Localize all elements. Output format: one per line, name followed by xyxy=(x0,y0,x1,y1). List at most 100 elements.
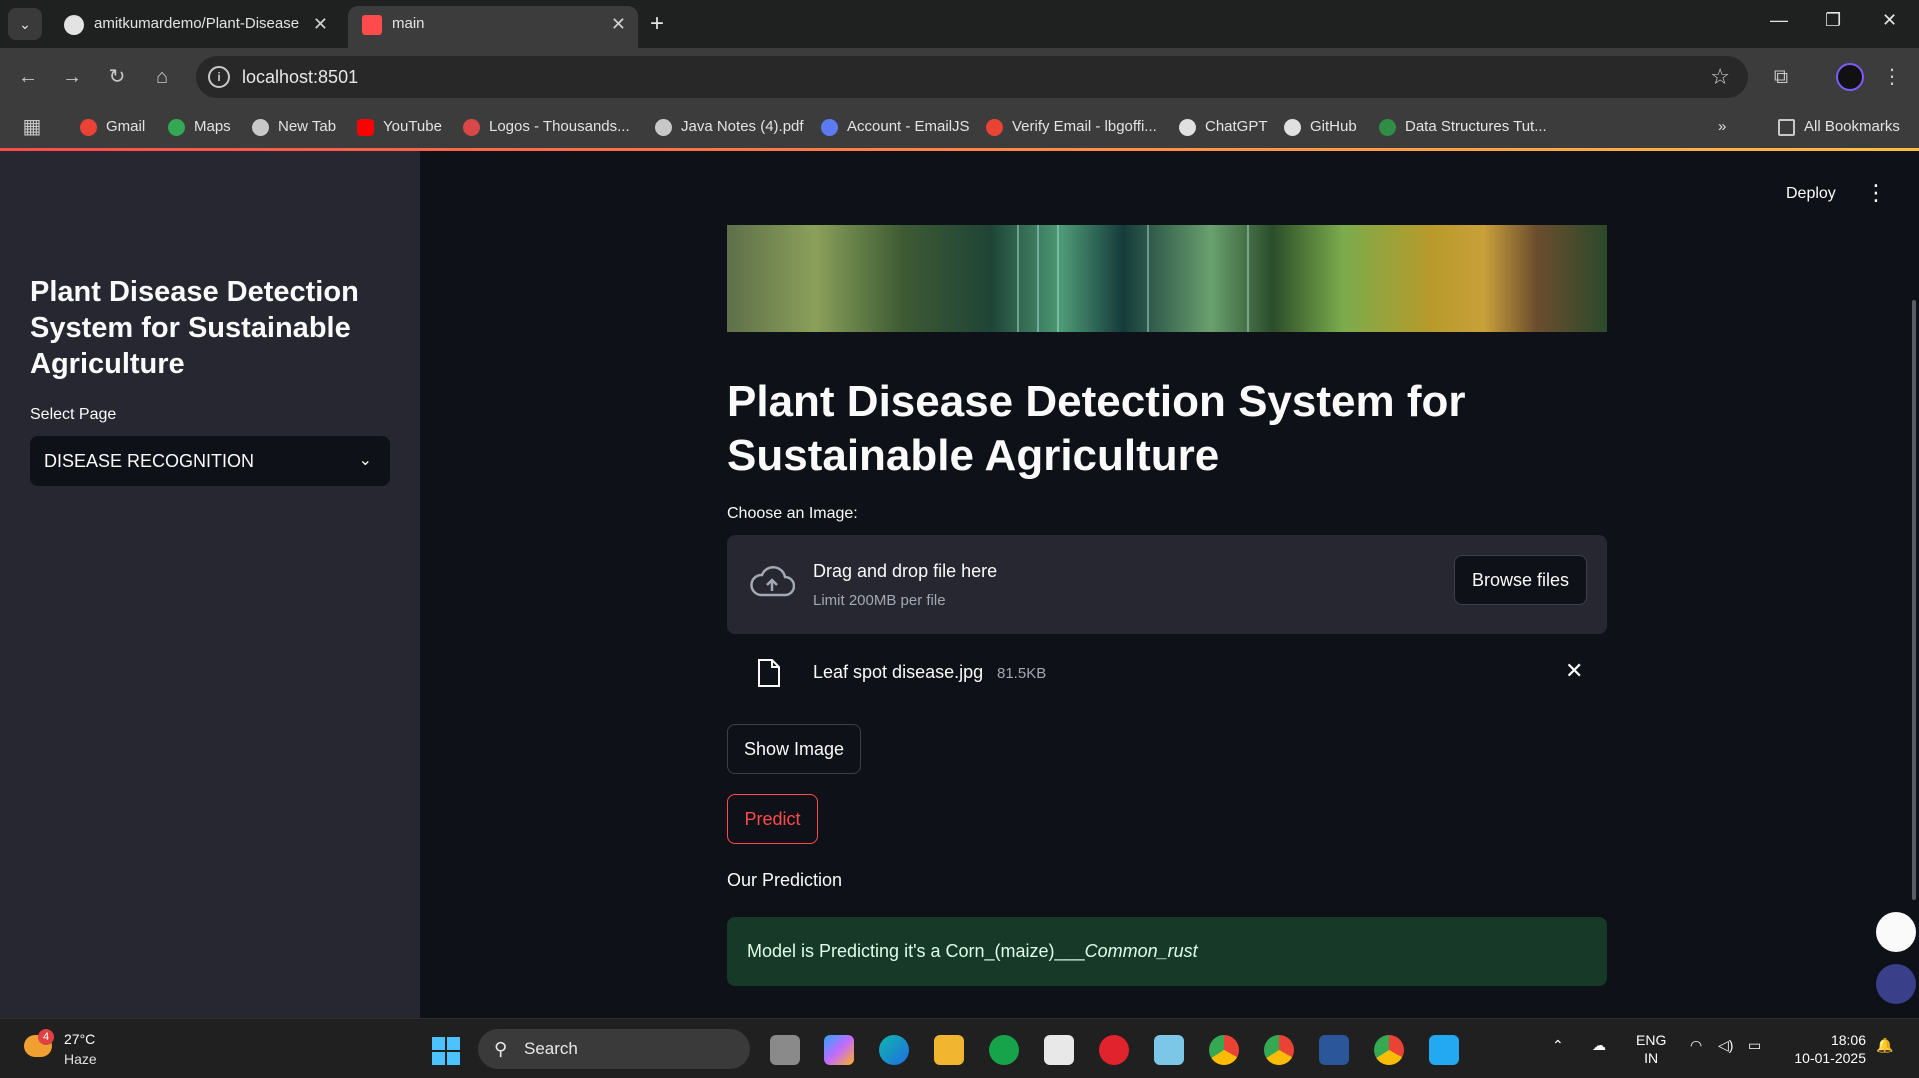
file-dropzone[interactable]: Drag and drop file here Limit 200MB per … xyxy=(727,535,1607,634)
bookmark-maps[interactable]: Maps xyxy=(168,114,231,140)
github-icon xyxy=(1284,119,1301,136)
extensions-icon[interactable]: ⧉ xyxy=(1765,61,1797,93)
profile-avatar[interactable] xyxy=(1836,63,1864,91)
more-bookmarks-icon[interactable]: » xyxy=(1718,114,1726,140)
globe-icon xyxy=(655,119,672,136)
browser-menu-icon[interactable]: ⋮ xyxy=(1876,61,1908,93)
xbox-icon[interactable] xyxy=(989,1035,1019,1065)
bookmark-java-notes[interactable]: Java Notes (4).pdf xyxy=(655,114,804,140)
bookmark-star-icon[interactable]: ☆ xyxy=(1710,56,1730,98)
bookmark-gmail[interactable]: Gmail xyxy=(80,114,145,140)
select-page-label: Select Page xyxy=(30,406,117,423)
restore-icon[interactable]: ❐ xyxy=(1825,10,1841,31)
uploaded-file: Leaf spot disease.jpg 81.5KB ✕ xyxy=(727,650,1607,700)
app-menu-icon[interactable]: ⋮ xyxy=(1865,180,1887,206)
battery-icon[interactable]: ▭ xyxy=(1748,1037,1761,1054)
browse-files-button[interactable]: Browse files xyxy=(1454,555,1587,605)
chrome-icon[interactable] xyxy=(1209,1035,1239,1065)
notification-icon[interactable]: 🔔 xyxy=(1876,1037,1893,1054)
sidebar: Plant Disease Detection System for Susta… xyxy=(0,151,420,1018)
bookmark-chatgpt[interactable]: ChatGPT xyxy=(1179,114,1268,140)
bookmark-verify-email[interactable]: Verify Email - lbgoffi... xyxy=(986,114,1157,140)
assistant-icon[interactable] xyxy=(1876,964,1916,1004)
app-icon[interactable] xyxy=(1154,1035,1184,1065)
cloud-upload-icon xyxy=(750,566,795,597)
windows-start-icon[interactable] xyxy=(432,1037,460,1065)
browser-tab-github[interactable]: amitkumardemo/Plant-Disease ✕ xyxy=(50,6,340,48)
streamlit-icon xyxy=(362,15,382,35)
page-title: Plant Disease Detection System for Susta… xyxy=(727,377,1466,480)
bookmark-new-tab[interactable]: New Tab xyxy=(252,114,336,140)
taskbar-search[interactable]: ⚲ Search xyxy=(478,1029,750,1069)
minimize-icon[interactable]: — xyxy=(1770,10,1788,31)
dropzone-instructions: Drag and drop file here xyxy=(813,561,998,581)
tab-search-button[interactable]: ⌄ xyxy=(8,8,42,40)
wifi-icon[interactable]: ◠ xyxy=(1690,1037,1702,1054)
bookmark-github[interactable]: GitHub xyxy=(1284,114,1357,140)
task-view-icon[interactable] xyxy=(770,1035,800,1065)
windows-taskbar: 4 27°C Haze ⚲ Search ⌃ ☁ ENG IN ◠ ◁) ▭ 1… xyxy=(0,1018,1919,1078)
bookmark-logos[interactable]: Logos - Thousands... xyxy=(463,114,630,140)
close-tab-icon[interactable]: ✕ xyxy=(611,6,626,42)
file-explorer-icon[interactable] xyxy=(934,1035,964,1065)
bookmarks-bar: ▦ Gmail Maps New Tab YouTube Logos - Tho… xyxy=(0,106,1919,148)
language-indicator[interactable]: ENG IN xyxy=(1636,1031,1666,1067)
close-window-icon[interactable]: ✕ xyxy=(1882,10,1897,31)
new-tab-button[interactable]: + xyxy=(650,10,664,38)
apps-grid-icon[interactable]: ▦ xyxy=(16,111,48,143)
vscode-icon[interactable] xyxy=(1429,1035,1459,1065)
chatgpt-icon xyxy=(1179,119,1196,136)
gfg-icon xyxy=(1379,119,1396,136)
forward-icon[interactable]: → xyxy=(56,61,88,93)
word-icon[interactable] xyxy=(1319,1035,1349,1065)
opera-icon[interactable] xyxy=(1099,1035,1129,1065)
deploy-button[interactable]: Deploy xyxy=(1786,185,1836,203)
copilot-icon[interactable] xyxy=(824,1035,854,1065)
address-bar[interactable]: i localhost:8501 ☆ xyxy=(196,56,1748,98)
bookmark-data-structures[interactable]: Data Structures Tut... xyxy=(1379,114,1547,140)
globe-icon xyxy=(252,119,269,136)
predict-button[interactable]: Predict xyxy=(727,794,818,844)
show-image-button[interactable]: Show Image xyxy=(727,724,861,774)
close-tab-icon[interactable]: ✕ xyxy=(313,6,328,42)
bookmark-youtube[interactable]: YouTube xyxy=(357,114,442,140)
youtube-icon xyxy=(357,119,374,136)
tray-chevron-icon[interactable]: ⌃ xyxy=(1552,1037,1564,1054)
weather-temp: 27°C xyxy=(64,1031,96,1047)
browser-tab-main[interactable]: main ✕ xyxy=(348,6,638,48)
remove-file-icon[interactable]: ✕ xyxy=(1565,658,1583,684)
bookmark-emailjs[interactable]: Account - EmailJS xyxy=(821,114,970,140)
prediction-result: Model is Predicting it's a Corn_(maize)_… xyxy=(727,917,1607,986)
page-select-value: DISEASE RECOGNITION xyxy=(44,451,255,471)
clock-date: 10-01-2025 xyxy=(1794,1050,1866,1066)
edge-icon[interactable] xyxy=(879,1035,909,1065)
back-icon[interactable]: ← xyxy=(12,61,44,93)
folder-icon xyxy=(1778,119,1795,136)
all-bookmarks[interactable]: All Bookmarks xyxy=(1778,114,1900,140)
weather-badge: 4 xyxy=(38,1029,54,1045)
tab-title: main xyxy=(392,15,425,32)
volume-icon[interactable]: ◁) xyxy=(1718,1037,1733,1054)
clock[interactable]: 18:06 10-01-2025 xyxy=(1786,1031,1866,1067)
file-name: Leaf spot disease.jpg xyxy=(813,662,984,682)
clock-time: 18:06 xyxy=(1830,1032,1866,1048)
page-select[interactable]: DISEASE RECOGNITION ⌄ xyxy=(30,436,390,486)
home-icon[interactable]: ⌂ xyxy=(146,61,178,93)
reader-icon[interactable] xyxy=(1876,912,1916,952)
maps-icon xyxy=(168,119,185,136)
browser-tab-strip: ⌄ amitkumardemo/Plant-Disease ✕ main ✕ +… xyxy=(0,0,1919,48)
logos-icon xyxy=(463,119,480,136)
scrollbar[interactable] xyxy=(1912,300,1916,900)
chrome-active-icon[interactable] xyxy=(1264,1035,1294,1065)
chrome-profile-icon[interactable] xyxy=(1374,1035,1404,1065)
file-size: 81.5KB xyxy=(997,665,1047,682)
snipping-icon[interactable] xyxy=(1044,1035,1074,1065)
reload-icon[interactable]: ↻ xyxy=(101,61,133,93)
site-info-icon[interactable]: i xyxy=(208,66,230,88)
banner-image xyxy=(727,225,1607,332)
emailjs-icon xyxy=(821,119,838,136)
onedrive-icon[interactable]: ☁ xyxy=(1592,1037,1606,1054)
sidebar-title: Plant Disease Detection System for Susta… xyxy=(30,276,359,380)
search-icon: ⚲ xyxy=(494,1039,508,1059)
dropzone-limit: Limit 200MB per file xyxy=(813,592,946,609)
